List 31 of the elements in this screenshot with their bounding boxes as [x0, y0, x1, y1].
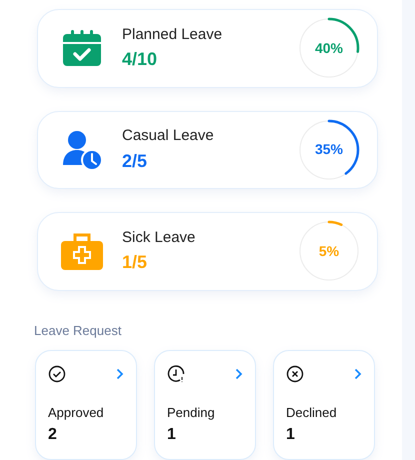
request-count: 1	[167, 424, 177, 444]
progress-ring	[297, 219, 361, 284]
chevron-right-icon	[354, 368, 362, 380]
percent-label: 40%	[314, 38, 344, 58]
percent-label: 35%	[314, 140, 344, 160]
request-card[interactable]: Declined 1	[273, 350, 375, 460]
chevron-right-icon	[235, 368, 243, 380]
progress-ring	[297, 118, 361, 182]
section-heading: Leave Request	[34, 322, 122, 340]
leave-title: Planned Leave	[122, 24, 224, 44]
leave-title: Casual Leave	[122, 126, 215, 146]
x-circle-icon	[286, 365, 304, 383]
request-count: 2	[48, 424, 58, 444]
request-card[interactable]: Approved 2	[35, 350, 137, 460]
percent-label: 5%	[318, 242, 340, 261]
request-label: Pending	[167, 404, 216, 422]
check-circle-icon	[48, 365, 66, 383]
leave-count: 2/5	[122, 150, 148, 172]
chevron-right-icon	[116, 368, 124, 380]
request-count: 1	[286, 424, 296, 444]
leave-count: 4/10	[122, 48, 158, 71]
medical-kit-icon	[60, 231, 104, 272]
request-card[interactable]: Pending 1	[154, 350, 256, 460]
clock-icon	[167, 365, 185, 383]
request-label: Declined	[286, 404, 338, 422]
calendar-check-icon	[62, 28, 102, 68]
person-clock-icon	[61, 128, 103, 171]
request-label: Approved	[48, 404, 105, 422]
progress-ring	[297, 16, 361, 80]
leave-count: 1/5	[122, 251, 148, 274]
leave-title: Sick Leave	[122, 228, 196, 248]
